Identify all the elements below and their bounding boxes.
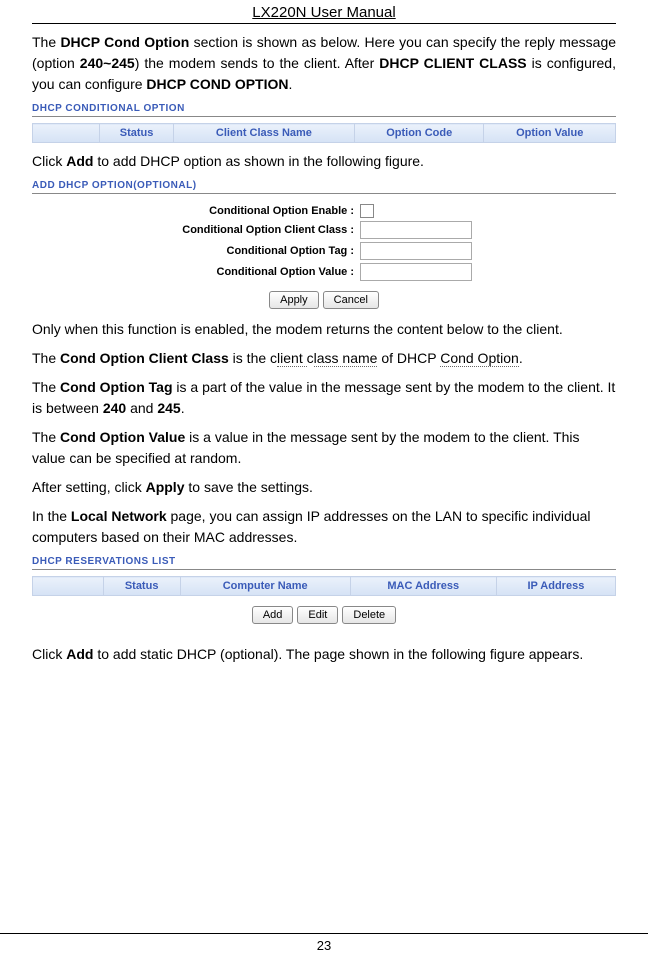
table-dhcp-conditional: Status Client Class Name Option Code Opt… bbox=[32, 123, 616, 143]
manual-title: LX220N User Manual bbox=[252, 4, 395, 21]
table-dhcp-reservations: Status Computer Name MAC Address IP Addr… bbox=[32, 576, 616, 596]
col-computer-name: Computer Name bbox=[180, 577, 350, 596]
form-add-dhcp-option: Conditional Option Enable : Conditional … bbox=[114, 204, 534, 309]
paragraph-click-add-option: Click Add to add DHCP option as shown in… bbox=[32, 151, 616, 172]
label-cond-value: Conditional Option Value : bbox=[114, 266, 360, 278]
input-cond-client-class[interactable] bbox=[360, 221, 472, 239]
col-client-class: Client Class Name bbox=[173, 124, 354, 143]
apply-button[interactable]: Apply bbox=[269, 291, 319, 309]
input-cond-value[interactable] bbox=[360, 263, 472, 281]
page-header: LX220N User Manual bbox=[32, 0, 616, 24]
checkbox-cond-enable[interactable] bbox=[360, 204, 374, 218]
col-option-code: Option Code bbox=[355, 124, 484, 143]
label-cond-client-class: Conditional Option Client Class : bbox=[114, 224, 360, 236]
paragraph-cond-value: The Cond Option Value is a value in the … bbox=[32, 427, 616, 469]
col-blank bbox=[33, 124, 100, 143]
divider bbox=[32, 569, 616, 570]
paragraph-click-add-static: Click Add to add static DHCP (optional).… bbox=[32, 644, 616, 665]
paragraph-cond-tag: The Cond Option Tag is a part of the val… bbox=[32, 377, 616, 419]
col-status2: Status bbox=[103, 577, 180, 596]
paragraph-client-class: The Cond Option Client Class is the clie… bbox=[32, 348, 616, 369]
page-footer: 23 bbox=[0, 933, 648, 953]
add-button[interactable]: Add bbox=[252, 606, 294, 624]
edit-button[interactable]: Edit bbox=[297, 606, 338, 624]
delete-button[interactable]: Delete bbox=[342, 606, 396, 624]
page-number: 23 bbox=[317, 938, 331, 953]
paragraph-local-network: In the Local Network page, you can assig… bbox=[32, 506, 616, 548]
caption-dhcp-conditional: DHCP CONDITIONAL OPTION bbox=[32, 103, 616, 114]
col-blank bbox=[33, 577, 104, 596]
caption-add-dhcp-option: ADD DHCP OPTION(OPTIONAL) bbox=[32, 180, 616, 191]
input-cond-tag[interactable] bbox=[360, 242, 472, 260]
col-ip-address: IP Address bbox=[496, 577, 615, 596]
label-cond-enable: Conditional Option Enable : bbox=[114, 205, 360, 217]
col-mac-address: MAC Address bbox=[350, 577, 496, 596]
caption-dhcp-reservations: DHCP RESERVATIONS LIST bbox=[32, 556, 616, 567]
paragraph-intro: The DHCP Cond Option section is shown as… bbox=[32, 32, 616, 95]
paragraph-apply: After setting, click Apply to save the s… bbox=[32, 477, 616, 498]
col-option-value: Option Value bbox=[484, 124, 616, 143]
paragraph-enable-note: Only when this function is enabled, the … bbox=[32, 319, 616, 340]
cancel-button[interactable]: Cancel bbox=[323, 291, 379, 309]
label-cond-tag: Conditional Option Tag : bbox=[114, 245, 360, 257]
col-status: Status bbox=[100, 124, 174, 143]
divider bbox=[32, 193, 616, 194]
divider bbox=[32, 116, 616, 117]
